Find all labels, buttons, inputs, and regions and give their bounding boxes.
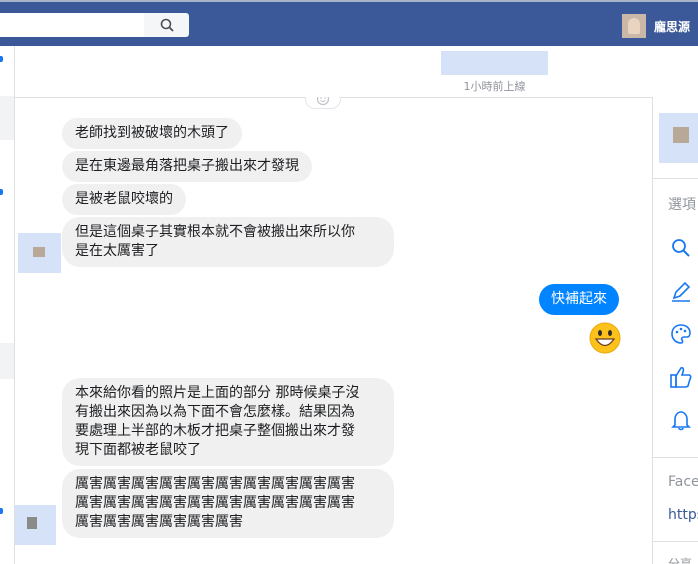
active-status: 1小時前上線 <box>463 80 526 93</box>
top-navigation-bar: 龐思源 <box>0 0 698 46</box>
search-button[interactable] <box>144 13 189 37</box>
incoming-message[interactable]: 但是這個桌子其實根本就不會被搬出來所以你 是在太厲害了 <box>62 217 394 267</box>
incoming-message[interactable]: 本來給你看的照片是上面的部分 那時候桌子沒 有搬出來因為以為下面不會怎麼樣。結果… <box>62 378 394 466</box>
avatar <box>622 14 646 38</box>
thumbs-up-icon[interactable] <box>670 365 692 389</box>
profile-url-link[interactable]: https <box>668 507 698 523</box>
palette-icon[interactable] <box>670 323 692 345</box>
sender-avatar[interactable] <box>15 505 56 545</box>
sender-avatar[interactable] <box>18 233 61 273</box>
options-heading: 選項 <box>668 197 696 213</box>
profile-link[interactable]: 龐思源 <box>622 14 690 38</box>
conversation-item[interactable] <box>0 343 14 379</box>
incoming-message[interactable]: 厲害厲害厲害厲害厲害厲害厲害厲害厲害厲害 厲害厲害厲害厲害厲害厲害厲害厲害厲害厲… <box>62 469 394 538</box>
search-input[interactable] <box>0 13 144 37</box>
contact-avatar[interactable] <box>659 113 698 163</box>
user-name: 龐思源 <box>654 19 691 34</box>
message-thread[interactable]: 老師找到被破壞的木頭了 是在東邊最角落把桌子搬出來才發現 是被老鼠咬壞的 但是這… <box>15 97 652 564</box>
unread-dot <box>0 56 3 62</box>
grinning-face-emoji[interactable] <box>589 322 621 354</box>
unread-dot <box>0 189 3 195</box>
chat-header: 1小時前上線 <box>15 46 652 98</box>
incoming-message[interactable]: 是被老鼠咬壞的 <box>62 184 186 215</box>
conversation-list-edge[interactable] <box>0 46 15 564</box>
outgoing-message[interactable]: 快補起來 <box>539 284 619 315</box>
conversation-details-panel: 選項 Face https 分享 <box>652 97 698 564</box>
search-icon[interactable] <box>670 237 692 259</box>
smiley-icon <box>316 97 330 106</box>
conversation-item[interactable] <box>0 96 14 140</box>
section-heading: Face <box>668 474 698 490</box>
incoming-message[interactable]: 是在東邊最角落把桌子搬出來才發現 <box>62 151 312 182</box>
incoming-message[interactable]: 老師找到被破壞的木頭了 <box>62 118 242 149</box>
divider <box>653 178 698 179</box>
shared-heading: 分享 <box>668 557 693 564</box>
divider <box>653 457 698 458</box>
bell-icon[interactable] <box>670 409 692 431</box>
divider <box>653 541 698 542</box>
seen-indicator <box>305 97 341 109</box>
unread-dot <box>0 508 3 514</box>
pencil-icon[interactable] <box>670 280 692 302</box>
contact-name-placeholder[interactable] <box>441 51 548 75</box>
search-icon <box>160 18 174 32</box>
